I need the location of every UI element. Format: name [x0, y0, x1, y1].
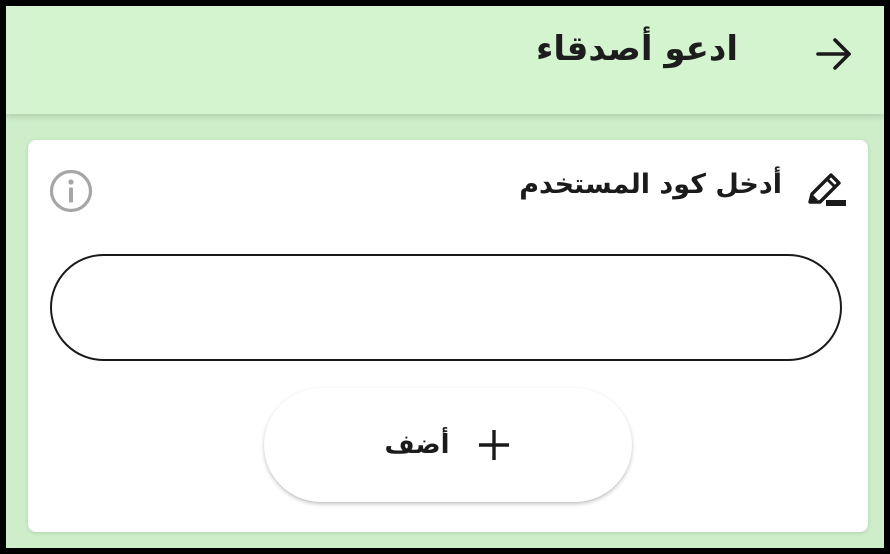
card-title: أدخل كود المستخدم [519, 169, 782, 200]
screen: ادعو أصدقاء أدخل كود المستخدم أضف [6, 6, 884, 548]
add-button[interactable]: أضف [264, 388, 632, 502]
arrow-right-icon [816, 38, 851, 70]
user-code-input[interactable] [50, 254, 842, 361]
add-button-label: أضف [384, 430, 450, 460]
info-icon[interactable] [48, 168, 94, 214]
invite-card: أدخل كود المستخدم أضف [28, 140, 868, 532]
page-title: ادعو أصدقاء [535, 29, 738, 69]
edit-icon [808, 173, 846, 206]
back-button[interactable] [810, 30, 858, 78]
plus-icon [478, 430, 509, 460]
app-bar: ادعو أصدقاء [6, 6, 884, 114]
